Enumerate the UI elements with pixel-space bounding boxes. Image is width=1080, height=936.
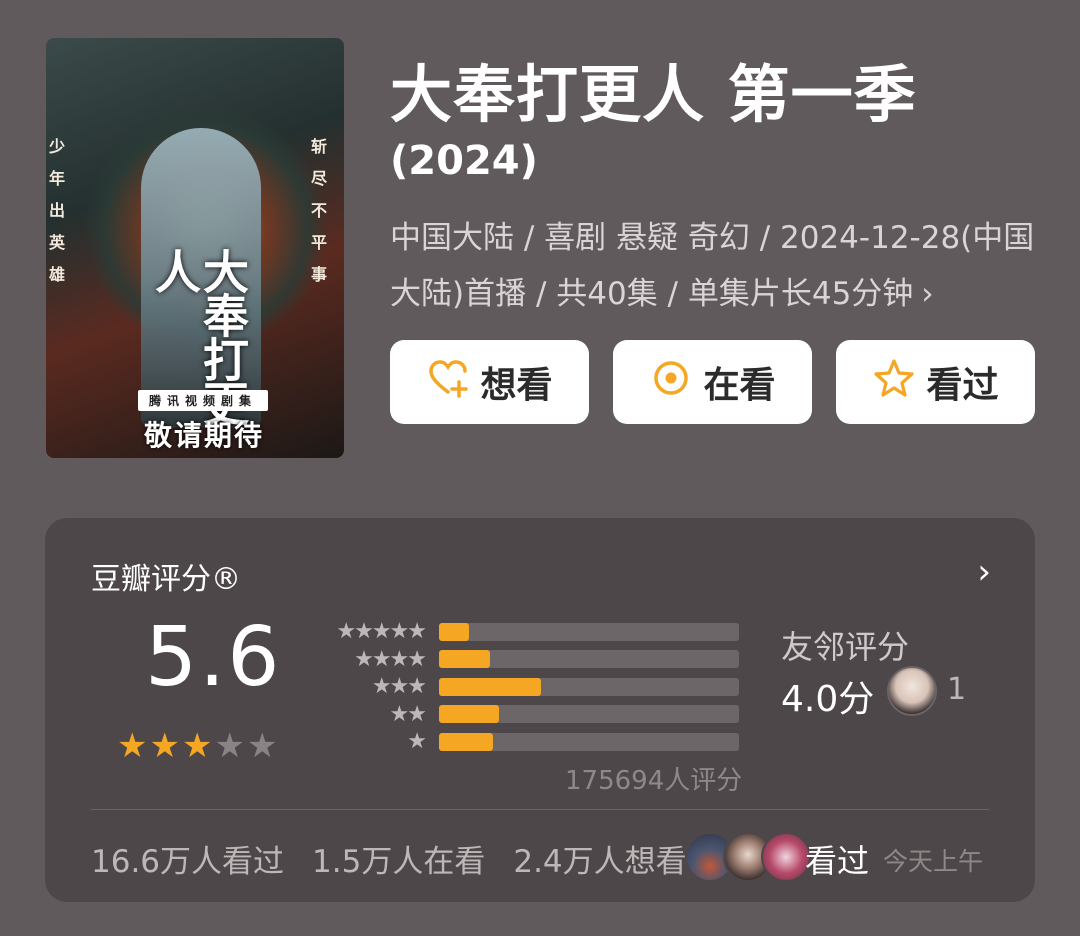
friend-rating-score: 4.0分 — [781, 679, 875, 720]
chevron-right-icon[interactable]: › — [977, 552, 991, 592]
show-meta[interactable]: 中国大陆 / 喜剧 悬疑 奇幻 / 2024-12-28(中国大陆)首播 / 共… — [390, 210, 1040, 322]
chevron-right-icon: › — [921, 276, 934, 312]
show-title: 大奉打更人 第一季 — [390, 58, 917, 131]
watched-button[interactable]: 看过 — [836, 340, 1035, 424]
rating-distribution: ★★★★★ ★★★★ ★★★ ★★ ★ — [315, 618, 739, 756]
star-empty-icon: ★ — [214, 726, 247, 766]
distribution-stars-label: ★ — [407, 729, 427, 755]
want-to-watch-button[interactable]: 想看 — [390, 340, 589, 424]
watched-label: 看过 — [926, 365, 999, 406]
show-year: (2024) — [390, 138, 538, 184]
rating-card[interactable]: 豆瓣评分® › 5.6 ★★★★★ ★★★★★ ★★★★ ★★★ ★★ ★ 175694… — [45, 518, 1035, 902]
heart-plus-icon — [426, 356, 470, 409]
poster-side-text-left: 少年出英雄 — [46, 138, 65, 298]
rating-score: 5.6 — [145, 610, 282, 705]
friend-avatars[interactable] — [685, 832, 811, 882]
star-outline-icon — [872, 356, 916, 409]
poster-image[interactable]: 少年出英雄 斩尽不平事 大奉打更人 腾讯视频剧集 敬请期待 — [46, 38, 344, 458]
watched-count: 16.6万人看过 — [91, 844, 285, 880]
want-to-watch-label: 想看 — [480, 365, 553, 406]
friend-avatar[interactable] — [887, 666, 937, 716]
target-icon — [649, 356, 693, 409]
distribution-bar — [439, 622, 469, 641]
poster-cta: 敬请期待 — [143, 419, 264, 452]
distribution-bar — [439, 677, 541, 696]
distribution-row: ★ — [315, 728, 739, 756]
star-empty-icon: ★ — [246, 726, 280, 766]
watching-button[interactable]: 在看 — [613, 340, 812, 424]
distribution-bar — [439, 705, 499, 724]
distribution-track — [439, 677, 739, 696]
friends-watched-label: 看过 — [805, 842, 870, 880]
star-filled-icon: ★ — [117, 726, 150, 766]
show-meta-text: 中国大陆 / 喜剧 悬疑 奇幻 / 2024-12-28(中国大陆)首播 / 共… — [390, 220, 1035, 312]
avatar — [761, 832, 811, 882]
distribution-row: ★★★★ — [315, 646, 739, 674]
distribution-stars-label: ★★★ — [371, 674, 427, 700]
poster-side-text-right: 斩尽不平事 — [308, 138, 327, 298]
poster-subtitle: 腾讯视频剧集 — [138, 390, 268, 411]
rating-source-label: 豆瓣评分® — [91, 562, 241, 597]
friend-count: 1 — [947, 672, 967, 707]
distribution-track — [439, 650, 739, 669]
rating-stars: ★★★★★ — [117, 726, 279, 766]
distribution-stars-label: ★★ — [389, 701, 427, 727]
watch-stats: 16.6万人看过 1.5万人在看 2.4万人想看 — [91, 836, 715, 881]
distribution-row: ★★ — [315, 701, 739, 729]
distribution-track — [439, 732, 739, 751]
watching-label: 在看 — [703, 365, 776, 406]
divider — [91, 809, 989, 810]
star-filled-icon: ★ — [149, 726, 182, 766]
distribution-bar — [439, 650, 490, 669]
action-buttons: 想看 在看 看过 — [390, 340, 1035, 424]
distribution-bar — [439, 732, 493, 751]
distribution-stars-label: ★★★★★ — [336, 619, 427, 645]
watching-count: 1.5万人在看 — [312, 844, 486, 880]
friend-rating-label: 友邻评分 — [781, 628, 910, 666]
friends-watched-time: 今天上午 — [883, 847, 984, 876]
distribution-stars-label: ★★★★ — [354, 646, 427, 672]
distribution-row: ★★★ — [315, 673, 739, 701]
star-filled-icon: ★ — [181, 726, 215, 766]
distribution-row: ★★★★★ — [315, 618, 739, 646]
distribution-track — [439, 705, 739, 724]
distribution-track — [439, 622, 739, 641]
want-count: 2.4万人想看 — [513, 844, 687, 880]
rater-count: 175694人评分 — [565, 766, 743, 796]
